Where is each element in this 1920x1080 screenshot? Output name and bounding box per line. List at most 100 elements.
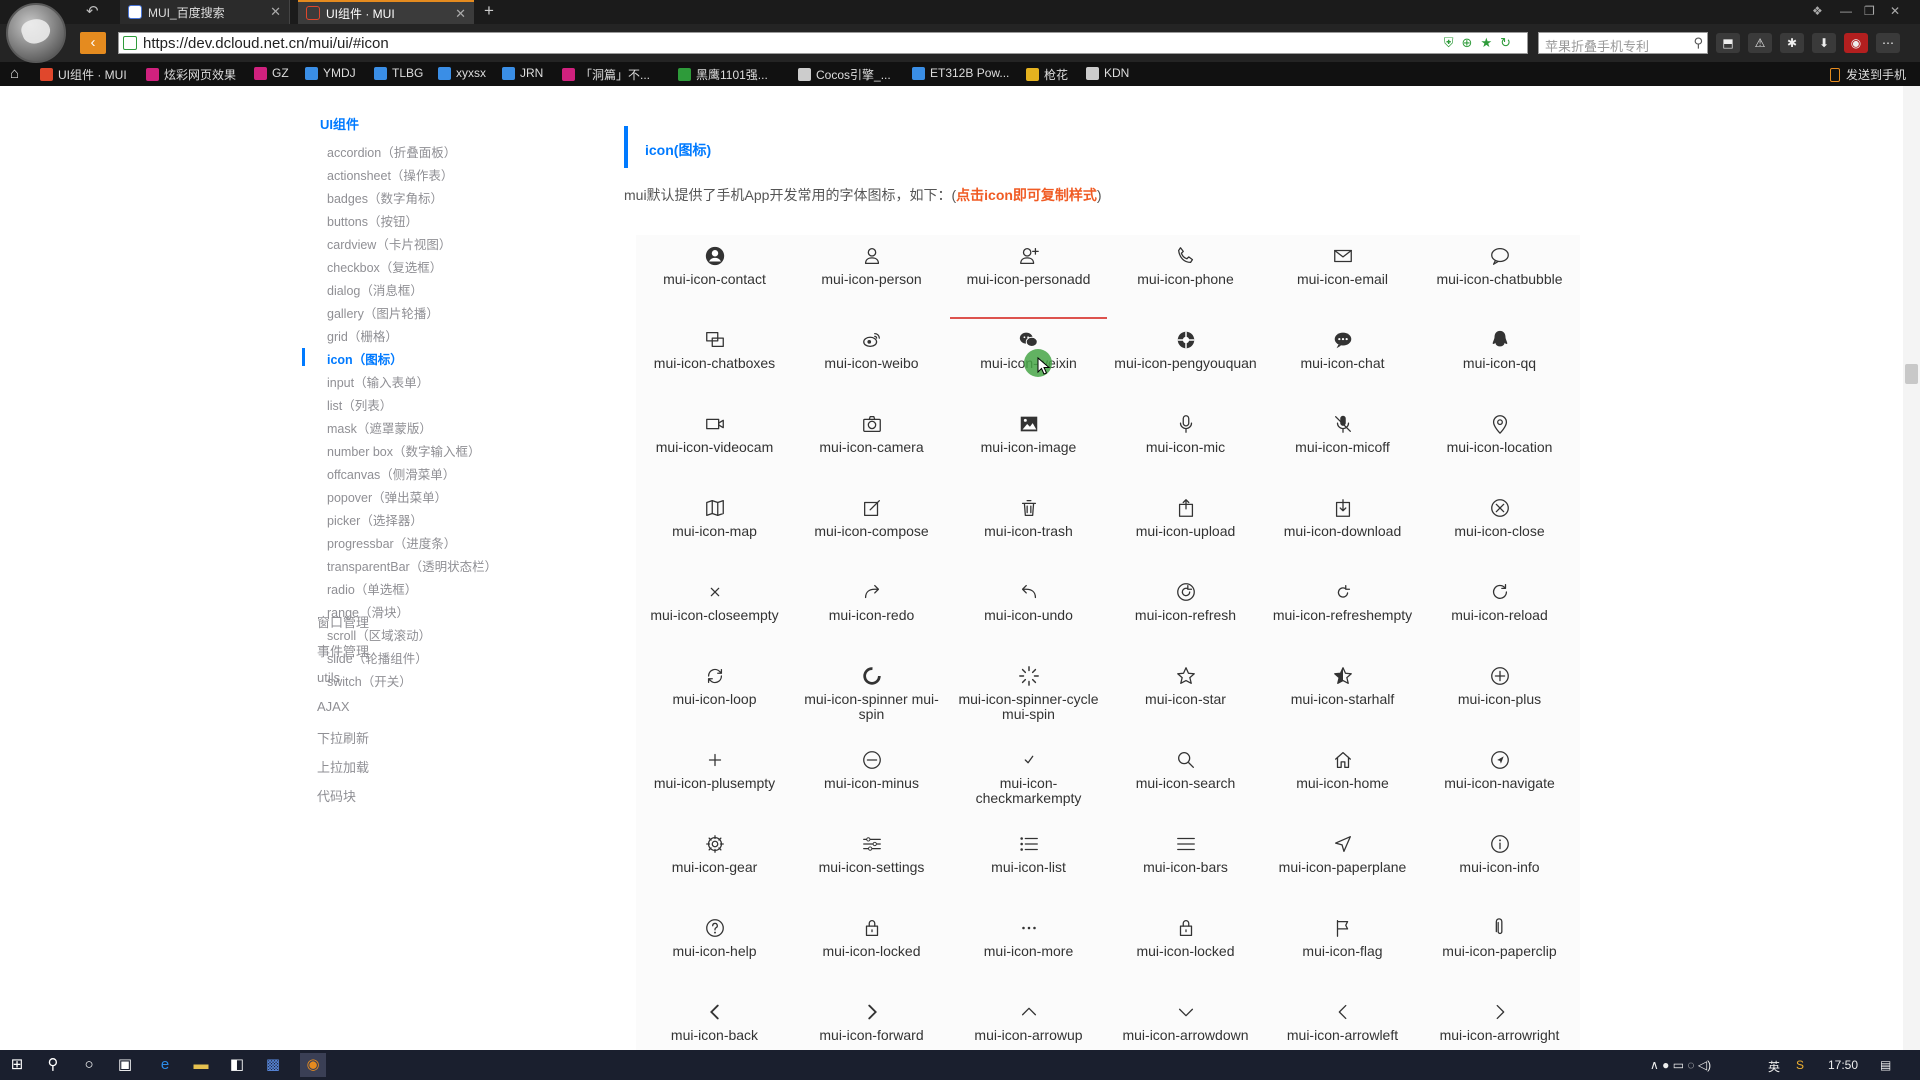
icon-cell[interactable]: mui-icon-paperplane bbox=[1264, 823, 1421, 907]
app-icon[interactable]: ▩ bbox=[264, 1056, 282, 1074]
icon-cell[interactable]: mui-icon-personadd bbox=[950, 235, 1107, 319]
icon-cell[interactable]: mui-icon-qq bbox=[1421, 319, 1578, 403]
icon-cell[interactable]: mui-icon-person bbox=[793, 235, 950, 319]
icon-cell[interactable]: mui-icon-navigate bbox=[1421, 739, 1578, 823]
sogou-icon[interactable]: S bbox=[1796, 1058, 1804, 1072]
icon-cell[interactable]: mui-icon-compose bbox=[793, 487, 950, 571]
icon-cell[interactable]: mui-icon-map bbox=[636, 487, 793, 571]
sidebar-group[interactable]: 上拉加载 bbox=[317, 757, 369, 776]
icon-cell[interactable]: mui-icon-phone bbox=[1107, 235, 1264, 319]
icon-cell[interactable]: mui-icon-email bbox=[1264, 235, 1421, 319]
icon-cell[interactable]: mui-icon-minus bbox=[793, 739, 950, 823]
back-button[interactable]: ‹ bbox=[80, 32, 106, 54]
sidebar-item[interactable]: progressbar（进度条） bbox=[327, 533, 456, 552]
sidebar-item[interactable]: input（输入表单） bbox=[327, 372, 429, 391]
browser-taskbar-icon[interactable]: ◉ bbox=[300, 1053, 326, 1077]
send-to-phone-button[interactable]: 发送到手机 bbox=[1830, 66, 1906, 83]
icon-cell[interactable]: mui-icon-pengyouquan bbox=[1107, 319, 1264, 403]
browser-search-field[interactable]: 苹果折叠手机专利 ⚲ bbox=[1538, 32, 1708, 54]
icon-cell[interactable]: mui-icon-arrowup bbox=[950, 991, 1107, 1050]
tray-icons[interactable]: ∧ ● ▭ ◌ ◁) bbox=[1650, 1058, 1711, 1072]
clock[interactable]: 17:50 bbox=[1828, 1058, 1858, 1072]
sidebar-group[interactable]: utils bbox=[317, 670, 340, 685]
icon-cell[interactable]: mui-icon-contact bbox=[636, 235, 793, 319]
icon-cell[interactable]: mui-icon-bars bbox=[1107, 823, 1264, 907]
icon-cell[interactable]: mui-icon-chat bbox=[1264, 319, 1421, 403]
icon-cell[interactable]: mui-icon-help bbox=[636, 907, 793, 991]
icon-cell[interactable]: mui-icon-redo bbox=[793, 571, 950, 655]
bookmark-item[interactable]: YMDJ bbox=[305, 66, 356, 80]
icon-cell[interactable]: mui-icon-gear bbox=[636, 823, 793, 907]
icon-cell[interactable]: mui-icon-locked bbox=[793, 907, 950, 991]
extension-icon[interactable]: ⬇ bbox=[1812, 33, 1836, 53]
bookmark-item[interactable]: UI组件 · MUI bbox=[40, 66, 127, 83]
file-explorer-icon[interactable]: ▬ bbox=[192, 1056, 210, 1074]
icon-cell[interactable]: mui-icon-upload bbox=[1107, 487, 1264, 571]
ime-indicator[interactable]: 英 bbox=[1768, 1058, 1780, 1075]
close-tab-icon[interactable]: ✕ bbox=[455, 6, 466, 22]
icon-cell[interactable]: mui-icon-arrowdown bbox=[1107, 991, 1264, 1050]
extension-icon[interactable]: ◉ bbox=[1844, 33, 1868, 53]
icon-cell[interactable]: mui-icon-arrowleft bbox=[1264, 991, 1421, 1050]
icon-cell[interactable]: mui-icon-home bbox=[1264, 739, 1421, 823]
icon-cell[interactable]: mui-icon-chatboxes bbox=[636, 319, 793, 403]
sidebar-item[interactable]: offcanvas（侧滑菜单） bbox=[327, 464, 455, 483]
bookmark-item[interactable]: GZ bbox=[254, 66, 289, 80]
sidebar-group[interactable]: 代码块 bbox=[317, 786, 356, 805]
tab-baidu-search[interactable]: MUI_百度搜索 ✕ bbox=[120, 0, 290, 24]
store-icon[interactable]: ◧ bbox=[228, 1056, 246, 1074]
url-field[interactable]: https://dev.dcloud.net.cn/mui/ui/#icon ⛨… bbox=[118, 32, 1528, 54]
sidebar-item[interactable]: buttons（按钮） bbox=[327, 211, 418, 230]
minimize-icon[interactable]: — bbox=[1840, 4, 1852, 18]
bookmark-item[interactable]: KDN bbox=[1086, 66, 1129, 80]
icon-cell[interactable]: mui-icon-mic bbox=[1107, 403, 1264, 487]
icon-cell[interactable]: mui-icon-weibo bbox=[793, 319, 950, 403]
sidebar-group[interactable]: 事件管理 bbox=[317, 641, 369, 660]
window-close-icon[interactable]: ✕ bbox=[1890, 4, 1900, 18]
icon-cell[interactable]: mui-icon-flag bbox=[1264, 907, 1421, 991]
icon-cell[interactable]: mui-icon-trash bbox=[950, 487, 1107, 571]
sidebar-item[interactable]: grid（栅格） bbox=[327, 326, 398, 345]
sidebar-item[interactable]: mask（遮罩蒙版） bbox=[327, 418, 432, 437]
sidebar-item[interactable]: dialog（消息框） bbox=[327, 280, 423, 299]
bookmark-item[interactable]: 炫彩网页效果 bbox=[146, 66, 236, 83]
icon-cell[interactable]: mui-icon-undo bbox=[950, 571, 1107, 655]
sidebar-title[interactable]: UI组件 bbox=[320, 114, 359, 133]
bookmark-item[interactable]: TLBG bbox=[374, 66, 423, 80]
bookmark-item[interactable]: JRN bbox=[502, 66, 543, 80]
home-icon[interactable]: ⌂ bbox=[10, 65, 19, 82]
sidebar-item[interactable]: actionsheet（操作表） bbox=[327, 165, 453, 184]
sidebar-item[interactable]: gallery（图片轮播） bbox=[327, 303, 439, 322]
icon-cell[interactable]: mui-icon-starhalf bbox=[1264, 655, 1421, 739]
extension-icon[interactable]: ⬒ bbox=[1716, 33, 1740, 53]
url-tools-icons[interactable]: ⛨⊕★↻ bbox=[1444, 35, 1519, 51]
icon-cell[interactable]: mui-icon-forward bbox=[793, 991, 950, 1050]
icon-cell[interactable]: mui-icon-download bbox=[1264, 487, 1421, 571]
new-tab-icon[interactable]: + bbox=[484, 1, 494, 21]
icon-cell[interactable]: mui-icon-spinner-cycle mui-spin bbox=[950, 655, 1107, 739]
sidebar-item[interactable]: accordion（折叠面板） bbox=[327, 142, 456, 161]
icon-cell[interactable]: mui-icon-refreshempty bbox=[1264, 571, 1421, 655]
icon-cell[interactable]: mui-icon-locked bbox=[1107, 907, 1264, 991]
icon-cell[interactable]: mui-icon-chatbubble bbox=[1421, 235, 1578, 319]
icon-cell[interactable]: mui-icon-plus bbox=[1421, 655, 1578, 739]
sidebar-item[interactable]: icon（图标） bbox=[327, 349, 403, 368]
sidebar-item[interactable]: badges（数字角标） bbox=[327, 188, 443, 207]
search-icon[interactable]: ⚲ bbox=[1693, 35, 1703, 51]
sidebar-item[interactable]: popover（弹出菜单） bbox=[327, 487, 447, 506]
icon-cell[interactable]: mui-icon-videocam bbox=[636, 403, 793, 487]
bookmark-item[interactable]: 「洞篇」不... bbox=[562, 66, 650, 83]
icon-cell[interactable]: mui-icon-location bbox=[1421, 403, 1578, 487]
icon-cell[interactable]: mui-icon-paperclip bbox=[1421, 907, 1578, 991]
menu-icon[interactable]: ⋯ bbox=[1876, 33, 1900, 53]
icon-cell[interactable]: mui-icon-closeempty bbox=[636, 571, 793, 655]
bookmark-item[interactable]: 黑鹰1101强... bbox=[678, 66, 768, 83]
icon-cell[interactable]: mui-icon-star bbox=[1107, 655, 1264, 739]
task-view-icon[interactable]: ▣ bbox=[116, 1056, 134, 1074]
restore-icon[interactable]: ❐ bbox=[1864, 4, 1875, 18]
bookmark-item[interactable]: ET312B Pow... bbox=[912, 66, 1009, 80]
vertical-scrollbar[interactable] bbox=[1903, 86, 1920, 1050]
sidebar-item[interactable]: picker（选择器） bbox=[327, 510, 423, 529]
tab-mui-ui[interactable]: UI组件 · MUI ✕ bbox=[298, 0, 474, 24]
search-icon[interactable]: ⚲ bbox=[44, 1056, 62, 1074]
